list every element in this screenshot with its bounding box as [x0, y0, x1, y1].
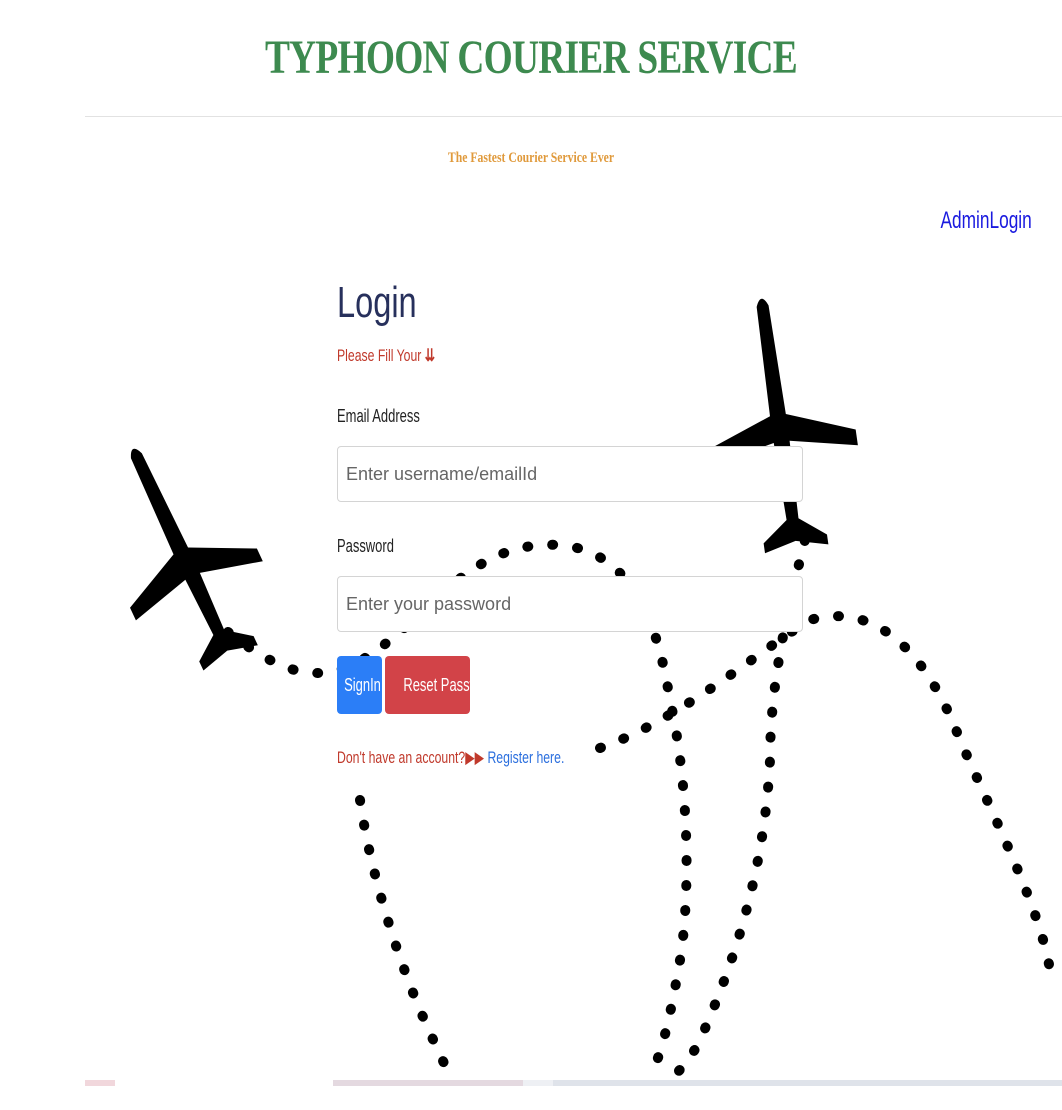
dotted-flight-path: [355, 795, 457, 1085]
reset-password-button-label: Reset Password: [403, 674, 498, 695]
signin-button[interactable]: SignIn: [337, 656, 382, 714]
dotted-flight-path: [595, 611, 1055, 975]
header-divider: [85, 116, 1062, 117]
password-input[interactable]: [337, 576, 803, 632]
login-subtitle: Please Fill Your ⇊: [337, 346, 435, 366]
page-bottom-strip: [85, 1080, 1062, 1086]
register-link[interactable]: Register here.: [487, 748, 564, 767]
site-tagline: The Fastest Courier Service Ever: [447, 150, 615, 166]
email-label: Email Address: [337, 406, 420, 426]
email-input[interactable]: [337, 446, 803, 502]
password-label: Password: [337, 536, 394, 556]
site-title: TYPHOON COURIER SERVICE: [264, 31, 798, 84]
login-heading: Login: [337, 278, 417, 327]
double-right-arrow-icon: ▶▶: [465, 748, 485, 767]
register-prompt: Don't have an account?▶▶ Register here.: [337, 748, 564, 768]
no-account-text: Don't have an account?: [337, 748, 466, 767]
admin-login-link[interactable]: AdminLogin: [941, 207, 1032, 235]
login-subtitle-text: Please Fill Your: [337, 346, 422, 365]
airplane-icon: [707, 298, 858, 554]
airplane-icon: [130, 448, 263, 671]
reset-password-button[interactable]: Reset Password: [385, 656, 498, 714]
double-down-arrow-icon: ⇊: [424, 346, 436, 365]
signin-button-label: SignIn: [344, 674, 381, 695]
